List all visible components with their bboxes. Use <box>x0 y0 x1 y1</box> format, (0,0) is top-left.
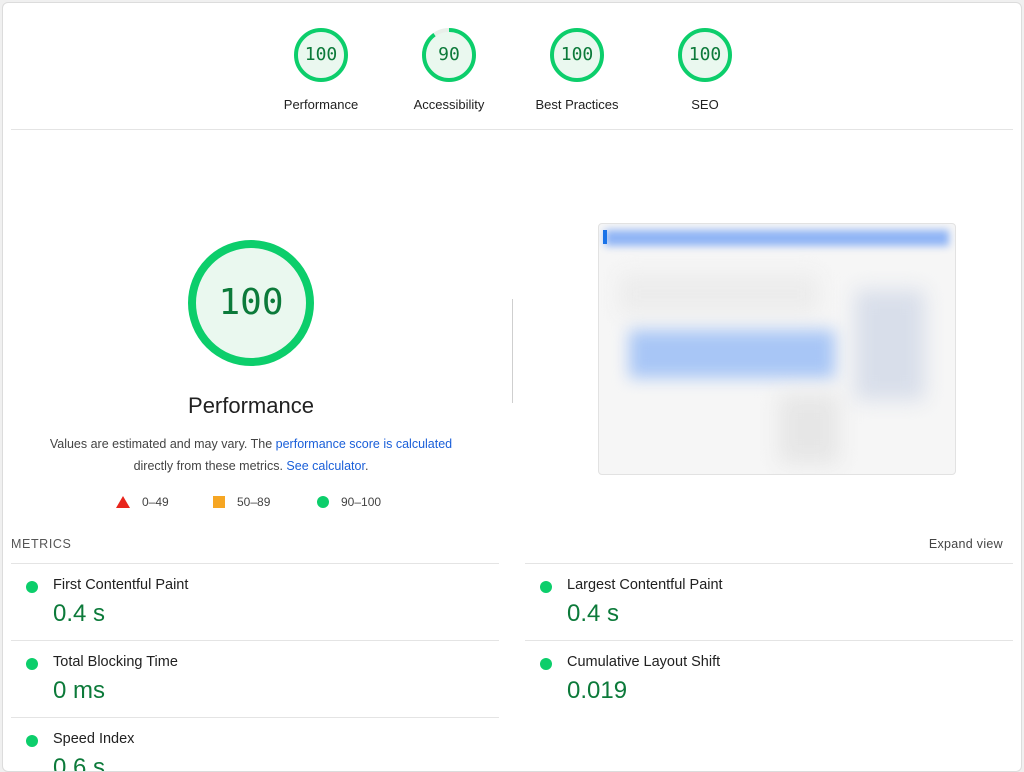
metric-value: 0.4 s <box>567 600 620 627</box>
metric-name: Cumulative Layout Shift <box>567 654 721 670</box>
metric-first-contentful-paint[interactable]: First Contentful Paint 0.4 s <box>11 563 499 641</box>
metric-total-blocking-time[interactable]: Total Blocking Time 0 ms <box>11 640 499 718</box>
blurred-header <box>605 230 949 246</box>
metric-name: Largest Contentful Paint <box>567 577 723 593</box>
legend-pass: 90–100 <box>317 495 381 509</box>
gauge-best-practices[interactable]: 100 Best Practices <box>517 27 637 112</box>
metric-value: 0 ms <box>53 677 106 704</box>
metric-value: 0.4 s <box>53 600 106 627</box>
see-calculator-link[interactable]: See calculator <box>286 459 365 473</box>
report-frame: 100 Performance 90 Accessibility 100 Bes… <box>2 2 1022 772</box>
blurred-block <box>855 290 925 400</box>
metric-largest-contentful-paint[interactable]: Largest Contentful Paint 0.4 s <box>525 563 1013 641</box>
description-text: directly from these metrics. <box>133 459 287 473</box>
blurred-accent <box>603 230 607 244</box>
metric-value: 0.019 <box>567 677 628 704</box>
page-screenshot-thumbnail[interactable] <box>598 223 956 475</box>
metric-cumulative-layout-shift[interactable]: Cumulative Layout Shift 0.019 <box>525 640 1013 718</box>
metric-speed-index[interactable]: Speed Index 0.6 s <box>11 717 499 772</box>
legend-average: 50–89 <box>213 495 270 509</box>
legend-fail: 0–49 <box>116 495 169 509</box>
square-icon <box>213 496 225 508</box>
pass-dot-icon <box>540 581 552 593</box>
gauge-seo[interactable]: 100 SEO <box>645 27 765 112</box>
gauge-score: 100 <box>304 44 338 65</box>
expand-view-button[interactable]: Expand view <box>929 537 1003 551</box>
performance-title: Performance <box>188 393 314 418</box>
metric-value: 0.6 s <box>53 754 106 772</box>
gauge-score: 100 <box>688 44 722 65</box>
pass-dot-icon <box>26 735 38 747</box>
triangle-icon <box>116 496 130 508</box>
pass-dot-icon <box>540 658 552 670</box>
gauge-score: 90 <box>438 44 460 65</box>
blurred-block <box>629 330 835 378</box>
metric-name: Speed Index <box>53 731 135 747</box>
metrics-header: METRICS <box>11 537 72 551</box>
gauge-performance[interactable]: 100 Performance <box>261 27 381 112</box>
gauge-label: Accessibility <box>413 97 485 112</box>
legend-fail-label: 0–49 <box>142 495 169 509</box>
description-period: . <box>364 459 369 473</box>
gauge-score: 100 <box>560 44 594 65</box>
metric-name: First Contentful Paint <box>53 577 189 593</box>
performance-description: Values are estimated and may vary. The p… <box>33 433 469 477</box>
blurred-block <box>619 274 819 314</box>
performance-score: 100 <box>218 282 284 323</box>
gauge-label: Best Practices <box>535 97 619 112</box>
blurred-block <box>779 394 839 464</box>
circle-icon <box>317 496 329 508</box>
gauge-accessibility[interactable]: 90 Accessibility <box>389 27 509 112</box>
performance-gauge-large: 100 <box>185 237 317 369</box>
pass-dot-icon <box>26 658 38 670</box>
section-divider <box>512 299 513 403</box>
score-calculated-link[interactable]: performance score is calculated <box>276 437 452 451</box>
header-divider <box>11 129 1013 130</box>
metric-name: Total Blocking Time <box>53 654 178 670</box>
description-text: Values are estimated and may vary. The <box>49 437 276 451</box>
gauge-label: SEO <box>691 97 719 112</box>
legend-average-label: 50–89 <box>237 495 271 509</box>
pass-dot-icon <box>26 581 38 593</box>
gauge-label: Performance <box>283 97 359 112</box>
legend-pass-label: 90–100 <box>341 495 382 509</box>
